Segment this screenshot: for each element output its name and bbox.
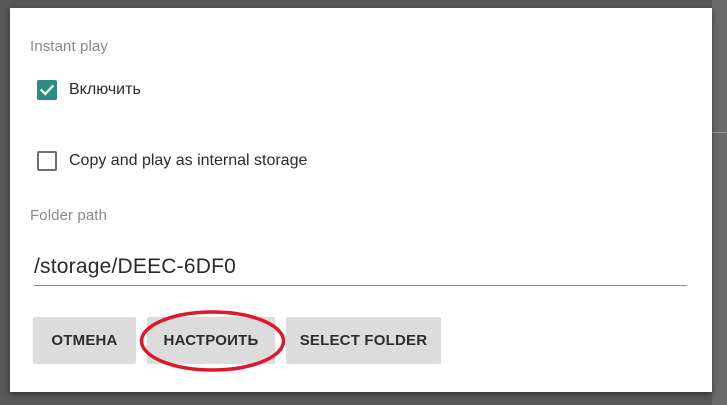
instant-play-section-label: Instant play	[30, 38, 108, 55]
enable-checkbox-row[interactable]: Включить	[37, 78, 141, 102]
background-app-edge	[712, 0, 727, 405]
folder-path-field[interactable]: /storage/DEEC-6DF0	[34, 255, 687, 286]
setup-button[interactable]: НАСТРОИТЬ	[147, 317, 275, 363]
enable-checkbox-label: Включить	[69, 81, 141, 98]
folder-path-value: /storage/DEEC-6DF0	[34, 255, 237, 278]
copy-internal-checkbox[interactable]	[37, 151, 57, 171]
select-folder-button[interactable]: SELECT FOLDER	[286, 317, 441, 363]
copy-internal-checkbox-row[interactable]: Copy and play as internal storage	[37, 149, 307, 173]
copy-internal-checkbox-label: Copy and play as internal storage	[69, 152, 308, 169]
enable-checkbox[interactable]	[37, 80, 57, 100]
folder-path-section-label: Folder path	[30, 207, 107, 224]
folder-path-underline	[34, 285, 687, 286]
instant-play-dialog: Instant play Включить Copy and play as i…	[10, 8, 712, 392]
cancel-button[interactable]: ОТМЕНА	[33, 317, 136, 363]
background-divider	[712, 132, 727, 133]
check-icon	[39, 84, 55, 96]
